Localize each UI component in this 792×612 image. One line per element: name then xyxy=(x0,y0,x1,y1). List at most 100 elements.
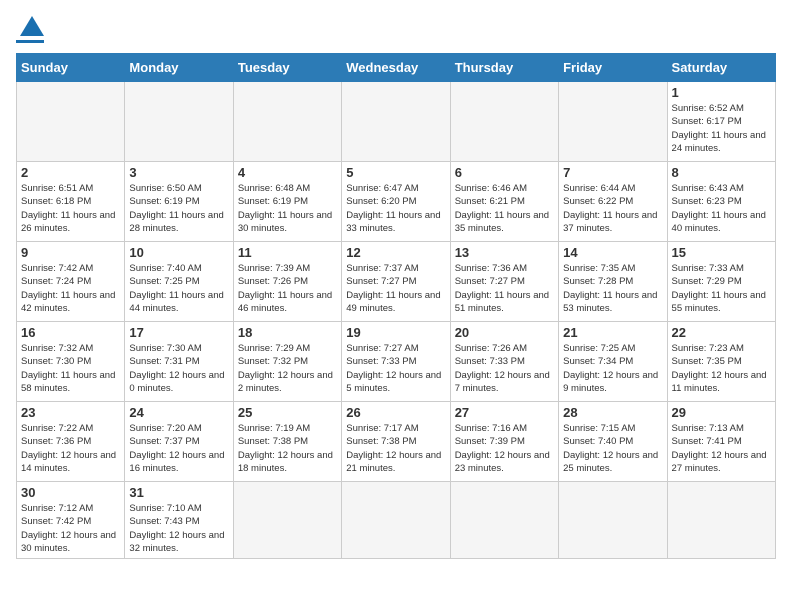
logo xyxy=(16,16,44,43)
day-number: 9 xyxy=(21,245,120,260)
calendar-week-row: 1Sunrise: 6:52 AMSunset: 6:17 PMDaylight… xyxy=(17,82,776,162)
day-number: 23 xyxy=(21,405,120,420)
calendar-day-cell: 4Sunrise: 6:48 AMSunset: 6:19 PMDaylight… xyxy=(233,162,341,242)
calendar-day-cell xyxy=(233,82,341,162)
day-number: 21 xyxy=(563,325,662,340)
logo-underline xyxy=(16,40,44,43)
weekday-header-tuesday: Tuesday xyxy=(233,54,341,82)
calendar-day-cell xyxy=(17,82,125,162)
calendar-week-row: 30 Sunrise: 7:12 AMSunset: 7:42 PMDayligh… xyxy=(17,482,776,559)
calendar-day-cell: 15Sunrise: 7:33 AMSunset: 7:29 PMDayligh… xyxy=(667,242,775,322)
calendar-week-row: 16Sunrise: 7:32 AMSunset: 7:30 PMDayligh… xyxy=(17,322,776,402)
day-info: Sunrise: 7:10 AMSunset: 7:43 PMDaylight:… xyxy=(129,502,228,555)
weekday-header-wednesday: Wednesday xyxy=(342,54,450,82)
day-number: 11 xyxy=(238,245,337,260)
day-info: Sunrise: 7:37 AMSunset: 7:27 PMDaylight:… xyxy=(346,262,445,315)
day-info: Sunrise: 7:15 AMSunset: 7:40 PMDaylight:… xyxy=(563,422,662,475)
day-number: 19 xyxy=(346,325,445,340)
day-info: Sunrise: 7:39 AMSunset: 7:26 PMDaylight:… xyxy=(238,262,337,315)
day-number: 1 xyxy=(672,85,771,100)
day-info: Sunrise: 7:22 AMSunset: 7:36 PMDaylight:… xyxy=(21,422,120,475)
day-number: 24 xyxy=(129,405,228,420)
day-number: 18 xyxy=(238,325,337,340)
calendar-day-cell xyxy=(342,82,450,162)
weekday-header-saturday: Saturday xyxy=(667,54,775,82)
day-info: Sunrise: 7:23 AMSunset: 7:35 PMDaylight:… xyxy=(672,342,771,395)
day-info: Sunrise: 7:30 AMSunset: 7:31 PMDaylight:… xyxy=(129,342,228,395)
day-info: Sunrise: 7:19 AMSunset: 7:38 PMDaylight:… xyxy=(238,422,337,475)
calendar-day-cell xyxy=(342,482,450,559)
day-number: 12 xyxy=(346,245,445,260)
calendar-day-cell xyxy=(667,482,775,559)
calendar-day-cell: 13Sunrise: 7:36 AMSunset: 7:27 PMDayligh… xyxy=(450,242,558,322)
day-info: Sunrise: 7:16 AMSunset: 7:39 PMDaylight:… xyxy=(455,422,554,475)
calendar-day-cell: 16Sunrise: 7:32 AMSunset: 7:30 PMDayligh… xyxy=(17,322,125,402)
day-info: Sunrise: 7:33 AMSunset: 7:29 PMDaylight:… xyxy=(672,262,771,315)
calendar-day-cell: 14Sunrise: 7:35 AMSunset: 7:28 PMDayligh… xyxy=(559,242,667,322)
calendar-week-row: 2 Sunrise: 6:51 AMSunset: 6:18 PMDaylight… xyxy=(17,162,776,242)
day-info: Sunrise: 7:27 AMSunset: 7:33 PMDaylight:… xyxy=(346,342,445,395)
calendar-day-cell xyxy=(450,82,558,162)
calendar-week-row: 9Sunrise: 7:42 AMSunset: 7:24 PMDaylight… xyxy=(17,242,776,322)
weekday-header-sunday: Sunday xyxy=(17,54,125,82)
calendar-day-cell: 6 Sunrise: 6:46 AMSunset: 6:21 PMDaylight… xyxy=(450,162,558,242)
calendar-table: SundayMondayTuesdayWednesdayThursdayFrid… xyxy=(16,53,776,559)
day-info: Sunrise: 6:51 AMSunset: 6:18 PMDaylight:… xyxy=(21,182,120,235)
calendar-day-cell xyxy=(125,82,233,162)
calendar-day-cell: 10 Sunrise: 7:40 AMSunset: 7:25 PMDayligh… xyxy=(125,242,233,322)
day-info: Sunrise: 7:26 AMSunset: 7:33 PMDaylight:… xyxy=(455,342,554,395)
day-number: 28 xyxy=(563,405,662,420)
calendar-day-cell: 29Sunrise: 7:13 AMSunset: 7:41 PMDayligh… xyxy=(667,402,775,482)
day-number: 6 xyxy=(455,165,554,180)
day-info: Sunrise: 6:50 AMSunset: 6:19 PMDaylight:… xyxy=(129,182,228,235)
calendar-day-cell: 1Sunrise: 6:52 AMSunset: 6:17 PMDaylight… xyxy=(667,82,775,162)
calendar-week-row: 23 Sunrise: 7:22 AMSunset: 7:36 PMDayligh… xyxy=(17,402,776,482)
calendar-day-cell: 7 Sunrise: 6:44 AMSunset: 6:22 PMDaylight… xyxy=(559,162,667,242)
day-number: 25 xyxy=(238,405,337,420)
calendar-day-cell: 18 Sunrise: 7:29 AMSunset: 7:32 PMDayligh… xyxy=(233,322,341,402)
day-info: Sunrise: 7:29 AMSunset: 7:32 PMDaylight:… xyxy=(238,342,337,395)
calendar-day-cell xyxy=(450,482,558,559)
day-info: Sunrise: 6:44 AMSunset: 6:22 PMDaylight:… xyxy=(563,182,662,235)
day-info: Sunrise: 6:46 AMSunset: 6:21 PMDaylight:… xyxy=(455,182,554,235)
weekday-header-friday: Friday xyxy=(559,54,667,82)
day-info: Sunrise: 7:35 AMSunset: 7:28 PMDaylight:… xyxy=(563,262,662,315)
day-info: Sunrise: 7:12 AMSunset: 7:42 PMDaylight:… xyxy=(21,502,120,555)
day-number: 10 xyxy=(129,245,228,260)
calendar-day-cell: 30 Sunrise: 7:12 AMSunset: 7:42 PMDayligh… xyxy=(17,482,125,559)
day-number: 22 xyxy=(672,325,771,340)
calendar-day-cell: 27 Sunrise: 7:16 AMSunset: 7:39 PMDayligh… xyxy=(450,402,558,482)
calendar-day-cell: 31Sunrise: 7:10 AMSunset: 7:43 PMDayligh… xyxy=(125,482,233,559)
calendar-day-cell: 23 Sunrise: 7:22 AMSunset: 7:36 PMDayligh… xyxy=(17,402,125,482)
day-info: Sunrise: 7:40 AMSunset: 7:25 PMDaylight:… xyxy=(129,262,228,315)
day-number: 3 xyxy=(129,165,228,180)
calendar-day-cell: 9Sunrise: 7:42 AMSunset: 7:24 PMDaylight… xyxy=(17,242,125,322)
calendar-day-cell: 3 Sunrise: 6:50 AMSunset: 6:19 PMDaylight… xyxy=(125,162,233,242)
day-number: 30 xyxy=(21,485,120,500)
day-number: 2 xyxy=(21,165,120,180)
day-number: 4 xyxy=(238,165,337,180)
day-info: Sunrise: 7:25 AMSunset: 7:34 PMDaylight:… xyxy=(563,342,662,395)
day-info: Sunrise: 7:13 AMSunset: 7:41 PMDaylight:… xyxy=(672,422,771,475)
calendar-day-cell: 20Sunrise: 7:26 AMSunset: 7:33 PMDayligh… xyxy=(450,322,558,402)
header xyxy=(16,16,776,43)
day-number: 27 xyxy=(455,405,554,420)
calendar-day-cell: 11 Sunrise: 7:39 AMSunset: 7:26 PMDayligh… xyxy=(233,242,341,322)
day-info: Sunrise: 7:17 AMSunset: 7:38 PMDaylight:… xyxy=(346,422,445,475)
calendar-day-cell: 28 Sunrise: 7:15 AMSunset: 7:40 PMDayligh… xyxy=(559,402,667,482)
day-number: 17 xyxy=(129,325,228,340)
calendar-day-cell xyxy=(233,482,341,559)
day-number: 26 xyxy=(346,405,445,420)
calendar-day-cell xyxy=(559,482,667,559)
calendar-day-cell: 25 Sunrise: 7:19 AMSunset: 7:38 PMDayligh… xyxy=(233,402,341,482)
day-info: Sunrise: 6:43 AMSunset: 6:23 PMDaylight:… xyxy=(672,182,771,235)
calendar-day-cell: 2 Sunrise: 6:51 AMSunset: 6:18 PMDaylight… xyxy=(17,162,125,242)
day-number: 16 xyxy=(21,325,120,340)
day-number: 7 xyxy=(563,165,662,180)
calendar-day-cell: 26 Sunrise: 7:17 AMSunset: 7:38 PMDayligh… xyxy=(342,402,450,482)
calendar-day-cell: 8Sunrise: 6:43 AMSunset: 6:23 PMDaylight… xyxy=(667,162,775,242)
calendar-day-cell xyxy=(559,82,667,162)
day-info: Sunrise: 6:47 AMSunset: 6:20 PMDaylight:… xyxy=(346,182,445,235)
calendar-day-cell: 17 Sunrise: 7:30 AMSunset: 7:31 PMDayligh… xyxy=(125,322,233,402)
day-info: Sunrise: 7:36 AMSunset: 7:27 PMDaylight:… xyxy=(455,262,554,315)
